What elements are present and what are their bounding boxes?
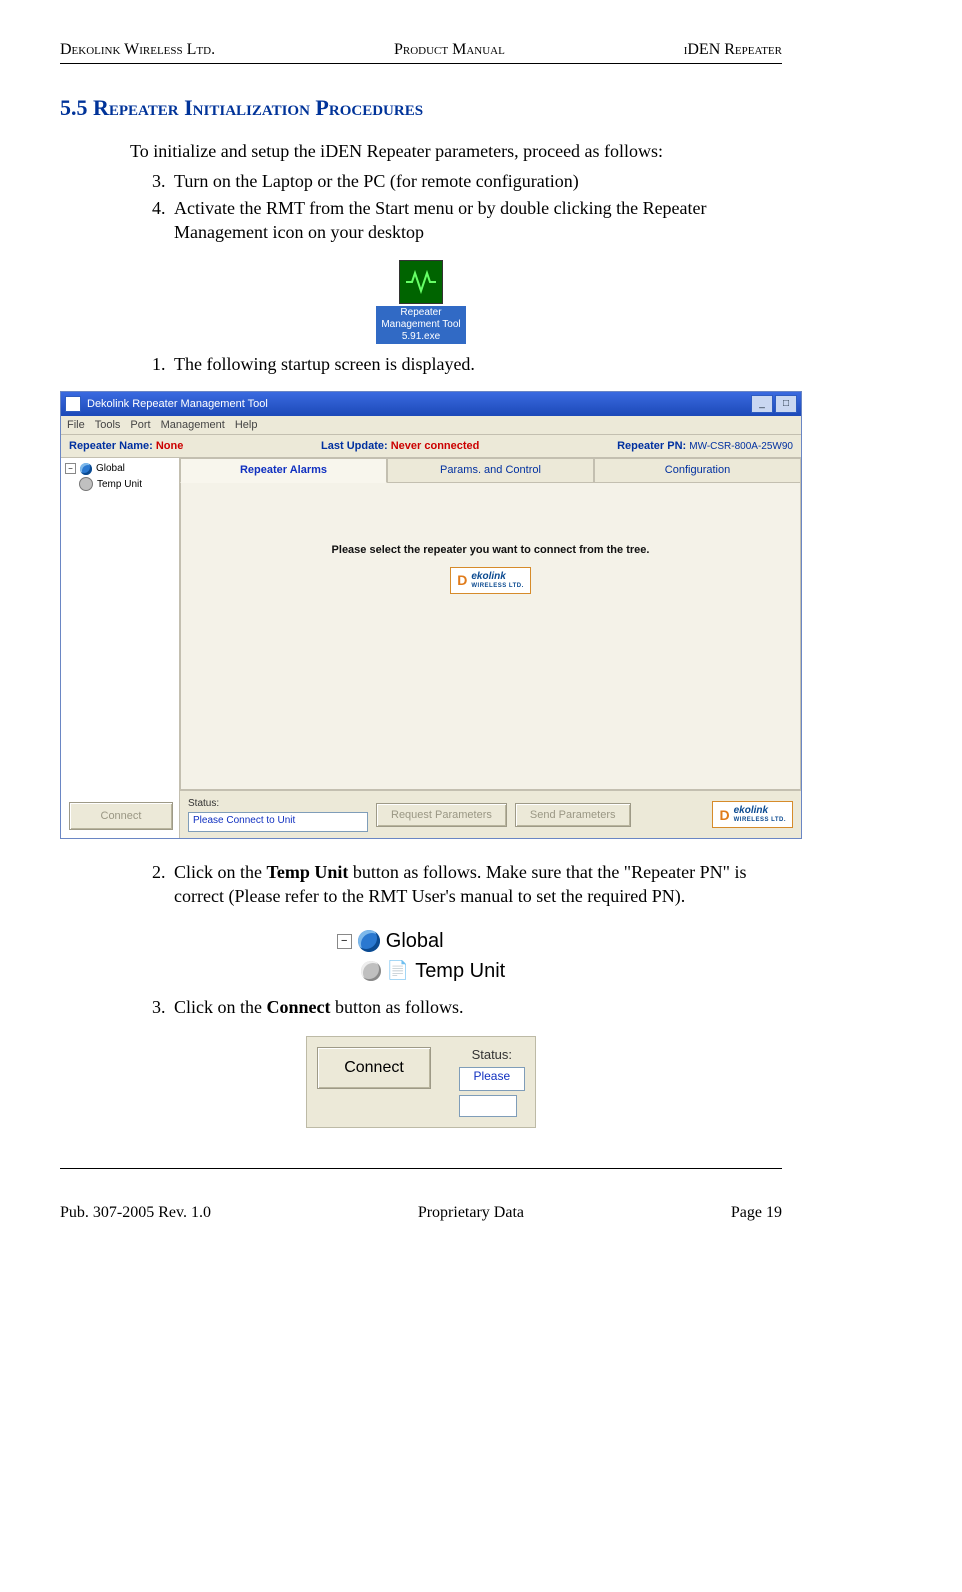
step-2-group: Click on the Temp Unit button as follows…	[130, 861, 782, 908]
tree-fig-child[interactable]: 📄 Temp Unit	[361, 958, 505, 984]
connect-button[interactable]: Connect	[69, 802, 173, 830]
connect-status-label: Status:	[459, 1047, 525, 1064]
collapse-icon[interactable]: −	[65, 463, 76, 474]
section-title: Repeater Initialization Procedures	[93, 95, 423, 120]
step-1-group: The following startup screen is displaye…	[130, 353, 782, 376]
tree-pane: − Global Temp Unit Connect	[61, 458, 180, 838]
repeater-pn-value: MW-CSR-800A-25W90	[689, 441, 793, 452]
tree-root-label: Global	[96, 462, 125, 475]
center-message: Please select the repeater you want to c…	[332, 543, 650, 557]
window-title: Dekolink Repeater Management Tool	[87, 397, 268, 411]
section-heading: 5.5 Repeater Initialization Procedures	[60, 94, 782, 123]
status-label: Status:	[188, 797, 368, 810]
titlebar: Dekolink Repeater Management Tool _ □	[61, 392, 801, 416]
tab-repeater-alarms[interactable]: Repeater Alarms	[180, 458, 387, 482]
step-1: The following startup screen is displaye…	[170, 353, 782, 376]
unit-icon	[361, 961, 381, 981]
status-value: Please Connect to Unit	[188, 812, 368, 832]
desktop-icon-label: Repeater Management Tool 5.91.exe	[376, 306, 466, 344]
tabs: Repeater Alarms Params. and Control Conf…	[180, 458, 801, 482]
menubar: File Tools Port Management Help	[61, 416, 801, 435]
steps-first-group: Turn on the Laptop or the PC (for remote…	[130, 170, 782, 244]
last-update-label: Last Update:	[321, 440, 388, 452]
connect-figure-wrap: Connect Status: Please	[60, 1036, 782, 1129]
logo-d-icon: D	[457, 571, 467, 589]
section-number: 5.5	[60, 95, 88, 120]
tree-fig-root[interactable]: − Global	[337, 928, 505, 954]
intro-text: To initialize and setup the iDEN Repeate…	[130, 140, 782, 163]
folder-icon: 📄	[387, 959, 409, 982]
step-3b: Click on the Connect button as follows.	[170, 996, 782, 1019]
menu-port[interactable]: Port	[130, 418, 150, 432]
step-3b-post: button as follows.	[331, 997, 464, 1017]
app-icon	[65, 396, 81, 412]
tree-fig-root-label: Global	[386, 928, 444, 954]
bottom-strip: Status: Please Connect to Unit Request P…	[180, 790, 801, 838]
last-update-value: Never connected	[391, 440, 480, 452]
footer-center: Proprietary Data	[418, 1203, 524, 1224]
oscilloscope-icon	[399, 260, 443, 304]
connect-figure: Connect Status: Please	[306, 1036, 536, 1129]
logo-subtext: WIRELESS LTD.	[734, 817, 786, 825]
running-footer: Pub. 307-2005 Rev. 1.0 Proprietary Data …	[60, 1199, 782, 1224]
footer-left: Pub. 307-2005 Rev. 1.0	[60, 1203, 211, 1224]
logo-d-icon: D	[719, 806, 729, 824]
center-panel: Please select the repeater you want to c…	[180, 483, 801, 791]
dekolink-logo: D ekolink WIRELESS LTD.	[450, 567, 531, 594]
step-4: Activate the RMT from the Start menu or …	[170, 197, 782, 244]
tree-root[interactable]: − Global	[65, 462, 175, 475]
request-params-button[interactable]: Request Parameters	[376, 803, 507, 827]
footer-right: Page 19	[731, 1203, 782, 1224]
menu-file[interactable]: File	[67, 418, 85, 432]
header-left: Dekolink Wireless Ltd.	[60, 40, 215, 61]
repeater-pn-label: Repeater PN:	[617, 440, 686, 452]
dekolink-logo-footer: D ekolink WIRELESS LTD.	[712, 801, 793, 828]
tree-temp-unit[interactable]: Temp Unit	[79, 477, 175, 491]
step-3b-pre: Click on the	[174, 997, 267, 1017]
tree-figure: − Global 📄 Temp Unit	[60, 924, 782, 988]
desktop-icon[interactable]: Repeater Management Tool 5.91.exe	[376, 260, 466, 344]
logo-text: ekolink	[471, 571, 505, 582]
connect-button-big[interactable]: Connect	[317, 1047, 431, 1090]
menu-help[interactable]: Help	[235, 418, 258, 432]
header-center: Product Manual	[394, 40, 505, 61]
repeater-name-value: None	[156, 440, 184, 452]
tab-params-control[interactable]: Params. and Control	[387, 458, 594, 482]
send-params-button[interactable]: Send Parameters	[515, 803, 631, 827]
logo-text: ekolink	[734, 805, 768, 816]
menu-management[interactable]: Management	[161, 418, 225, 432]
running-header: Dekolink Wireless Ltd. Product Manual iD…	[60, 40, 782, 63]
globe-icon	[358, 930, 380, 952]
step-2-pre: Click on the	[174, 862, 267, 882]
collapse-icon[interactable]: −	[337, 934, 352, 949]
step-2: Click on the Temp Unit button as follows…	[170, 861, 782, 908]
step-3b-group: Click on the Connect button as follows.	[130, 996, 782, 1019]
desktop-icon-figure: Repeater Management Tool 5.91.exe	[60, 260, 782, 345]
maximize-button[interactable]: □	[775, 395, 797, 413]
logo-subtext: WIRELESS LTD.	[471, 583, 523, 591]
step-3b-bold: Connect	[267, 997, 331, 1017]
step-2-bold: Temp Unit	[267, 862, 349, 882]
globe-icon	[80, 463, 92, 475]
connect-status-empty	[459, 1095, 517, 1117]
minimize-button[interactable]: _	[751, 395, 773, 413]
menu-tools[interactable]: Tools	[95, 418, 121, 432]
header-right: iDEN Repeater	[684, 40, 782, 61]
tree-fig-child-label: Temp Unit	[415, 958, 505, 984]
tree-child-label: Temp Unit	[97, 478, 142, 491]
tab-configuration[interactable]: Configuration	[594, 458, 801, 482]
repeater-name-label: Repeater Name:	[69, 440, 153, 452]
app-window: Dekolink Repeater Management Tool _ □ Fi…	[60, 391, 802, 840]
info-row: Repeater Name: None Last Update: Never c…	[61, 435, 801, 458]
connect-status-value: Please	[459, 1067, 525, 1091]
step-3: Turn on the Laptop or the PC (for remote…	[170, 170, 782, 193]
unit-icon	[79, 477, 93, 491]
